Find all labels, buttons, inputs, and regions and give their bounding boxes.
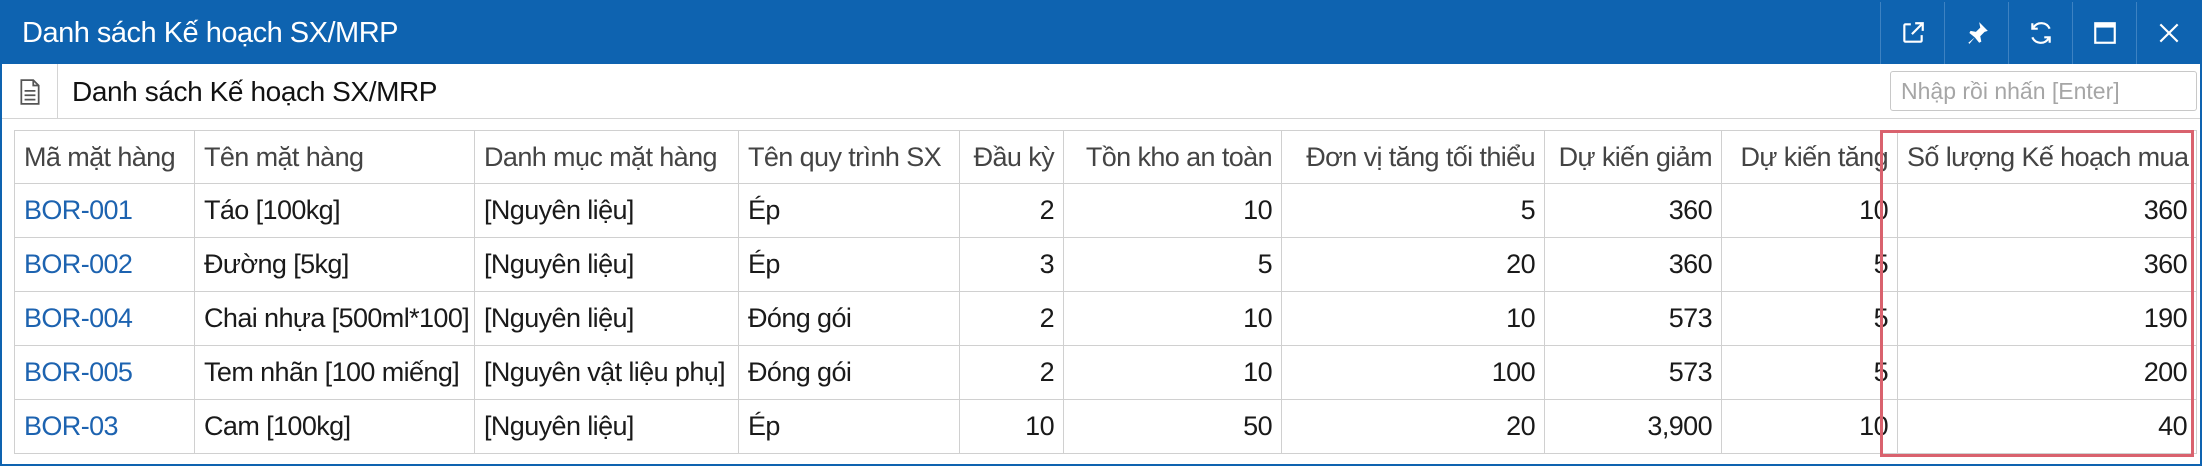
table-row[interactable]: BOR-001 Táo [100kg] [Nguyên liệu] Ép 2 1… <box>14 183 2197 238</box>
purchase-plan-qty-cell: 190 <box>1897 291 2197 346</box>
min-increment-cell: 5 <box>1281 183 1545 238</box>
refresh-button[interactable] <box>2008 2 2072 64</box>
window-controls <box>1880 2 2200 64</box>
toolbar: Danh sách Kế hoạch SX/MRP <box>2 64 2200 119</box>
expected-increase-cell: 5 <box>1721 345 1898 400</box>
column-header[interactable]: Đơn vị tăng tối thiểu <box>1281 130 1545 184</box>
column-header-purchase-plan-qty[interactable]: Số lượng Kế hoạch mua <box>1897 130 2197 184</box>
min-increment-cell: 100 <box>1281 345 1545 400</box>
expected-decrease-cell: 360 <box>1544 183 1722 238</box>
opening-cell: 2 <box>959 183 1064 238</box>
item-category-cell: [Nguyên liệu] <box>474 291 739 346</box>
opening-cell: 3 <box>959 237 1064 292</box>
table-row[interactable]: BOR-004 Chai nhựa [500ml*100] [Nguyên li… <box>14 291 2197 346</box>
title-bar: Danh sách Kế hoạch SX/MRP <box>2 2 2200 64</box>
opening-cell: 2 <box>959 291 1064 346</box>
process-name-cell: Ép <box>738 237 960 292</box>
close-icon <box>2159 23 2178 43</box>
safety-stock-cell: 10 <box>1063 345 1282 400</box>
item-category-cell: [Nguyên liệu] <box>474 399 739 454</box>
purchase-plan-qty-cell: 40 <box>1897 399 2197 454</box>
document-icon <box>19 78 40 105</box>
refresh-icon <box>2030 22 2051 44</box>
column-header[interactable]: Danh mục mặt hàng <box>474 130 739 184</box>
maximize-icon <box>2093 22 2116 44</box>
expected-increase-cell: 5 <box>1721 237 1898 292</box>
item-category-cell: [Nguyên liệu] <box>474 183 739 238</box>
expected-increase-cell: 10 <box>1721 183 1898 238</box>
item-name-cell: Táo [100kg] <box>194 183 475 238</box>
safety-stock-cell: 50 <box>1063 399 1282 454</box>
expected-decrease-cell: 573 <box>1544 345 1722 400</box>
close-button[interactable] <box>2136 2 2200 64</box>
item-name-cell: Cam [100kg] <box>194 399 475 454</box>
expected-decrease-cell: 3,900 <box>1544 399 1722 454</box>
safety-stock-cell: 10 <box>1063 183 1282 238</box>
mrp-table-container: Mã mặt hàng Tên mặt hàng Danh mục mặt hà… <box>14 130 2197 454</box>
purchase-plan-qty-cell: 360 <box>1897 183 2197 238</box>
window-title: Danh sách Kế hoạch SX/MRP <box>22 17 398 49</box>
expected-increase-cell: 5 <box>1721 291 1898 346</box>
item-code-link[interactable]: BOR-004 <box>14 291 195 346</box>
process-name-cell: Ép <box>738 183 960 238</box>
item-name-cell: Đường [5kg] <box>194 237 475 292</box>
item-category-cell: [Nguyên vật liệu phụ] <box>474 345 739 400</box>
purchase-plan-qty-cell: 360 <box>1897 237 2197 292</box>
min-increment-cell: 10 <box>1281 291 1545 346</box>
table-row[interactable]: BOR-03 Cam [100kg] [Nguyên liệu] Ép 10 5… <box>14 399 2197 454</box>
maximize-button[interactable] <box>2072 2 2136 64</box>
mrp-table: Mã mặt hàng Tên mặt hàng Danh mục mặt hà… <box>14 130 2197 454</box>
purchase-plan-qty-cell: 200 <box>1897 345 2197 400</box>
item-code-link[interactable]: BOR-03 <box>14 399 195 454</box>
document-icon-box <box>2 64 58 119</box>
process-name-cell: Đóng gói <box>738 345 960 400</box>
item-code-link[interactable]: BOR-005 <box>14 345 195 400</box>
page-title: Danh sách Kế hoạch SX/MRP <box>72 76 438 107</box>
pin-button[interactable] <box>1944 2 2008 64</box>
pin-icon <box>1967 22 1988 44</box>
expected-increase-cell: 10 <box>1721 399 1898 454</box>
column-header[interactable]: Tồn kho an toàn <box>1063 130 1282 184</box>
min-increment-cell: 20 <box>1281 237 1545 292</box>
item-code-link[interactable]: BOR-001 <box>14 183 195 238</box>
min-increment-cell: 20 <box>1281 399 1545 454</box>
process-name-cell: Đóng gói <box>738 291 960 346</box>
table-row[interactable]: BOR-002 Đường [5kg] [Nguyên liệu] Ép 3 5… <box>14 237 2197 292</box>
item-name-cell: Tem nhãn [100 miếng] <box>194 345 475 400</box>
safety-stock-cell: 10 <box>1063 291 1282 346</box>
column-header[interactable]: Đầu kỳ <box>959 130 1064 184</box>
table-header-row: Mã mặt hàng Tên mặt hàng Danh mục mặt hà… <box>14 130 2197 184</box>
item-name-cell: Chai nhựa [500ml*100] <box>194 291 475 346</box>
column-header[interactable]: Tên quy trình SX <box>738 130 960 184</box>
mrp-list-window: Danh sách Kế hoạch SX/MRP Danh sách Kế h… <box>0 0 2202 466</box>
safety-stock-cell: 5 <box>1063 237 1282 292</box>
item-category-cell: [Nguyên liệu] <box>474 237 739 292</box>
table-row[interactable]: BOR-005 Tem nhãn [100 miếng] [Nguyên vật… <box>14 345 2197 400</box>
opening-cell: 10 <box>959 399 1064 454</box>
expected-decrease-cell: 573 <box>1544 291 1722 346</box>
column-header[interactable]: Dự kiến giảm <box>1544 130 1722 184</box>
expected-decrease-cell: 360 <box>1544 237 1722 292</box>
column-header[interactable]: Dự kiến tăng <box>1721 130 1898 184</box>
open-external-icon <box>1902 22 1924 43</box>
opening-cell: 2 <box>959 345 1064 400</box>
search-input[interactable] <box>1890 71 2197 111</box>
process-name-cell: Ép <box>738 399 960 454</box>
column-header[interactable]: Mã mặt hàng <box>14 130 195 184</box>
open-external-button[interactable] <box>1880 2 1944 64</box>
item-code-link[interactable]: BOR-002 <box>14 237 195 292</box>
column-header[interactable]: Tên mặt hàng <box>194 130 475 184</box>
